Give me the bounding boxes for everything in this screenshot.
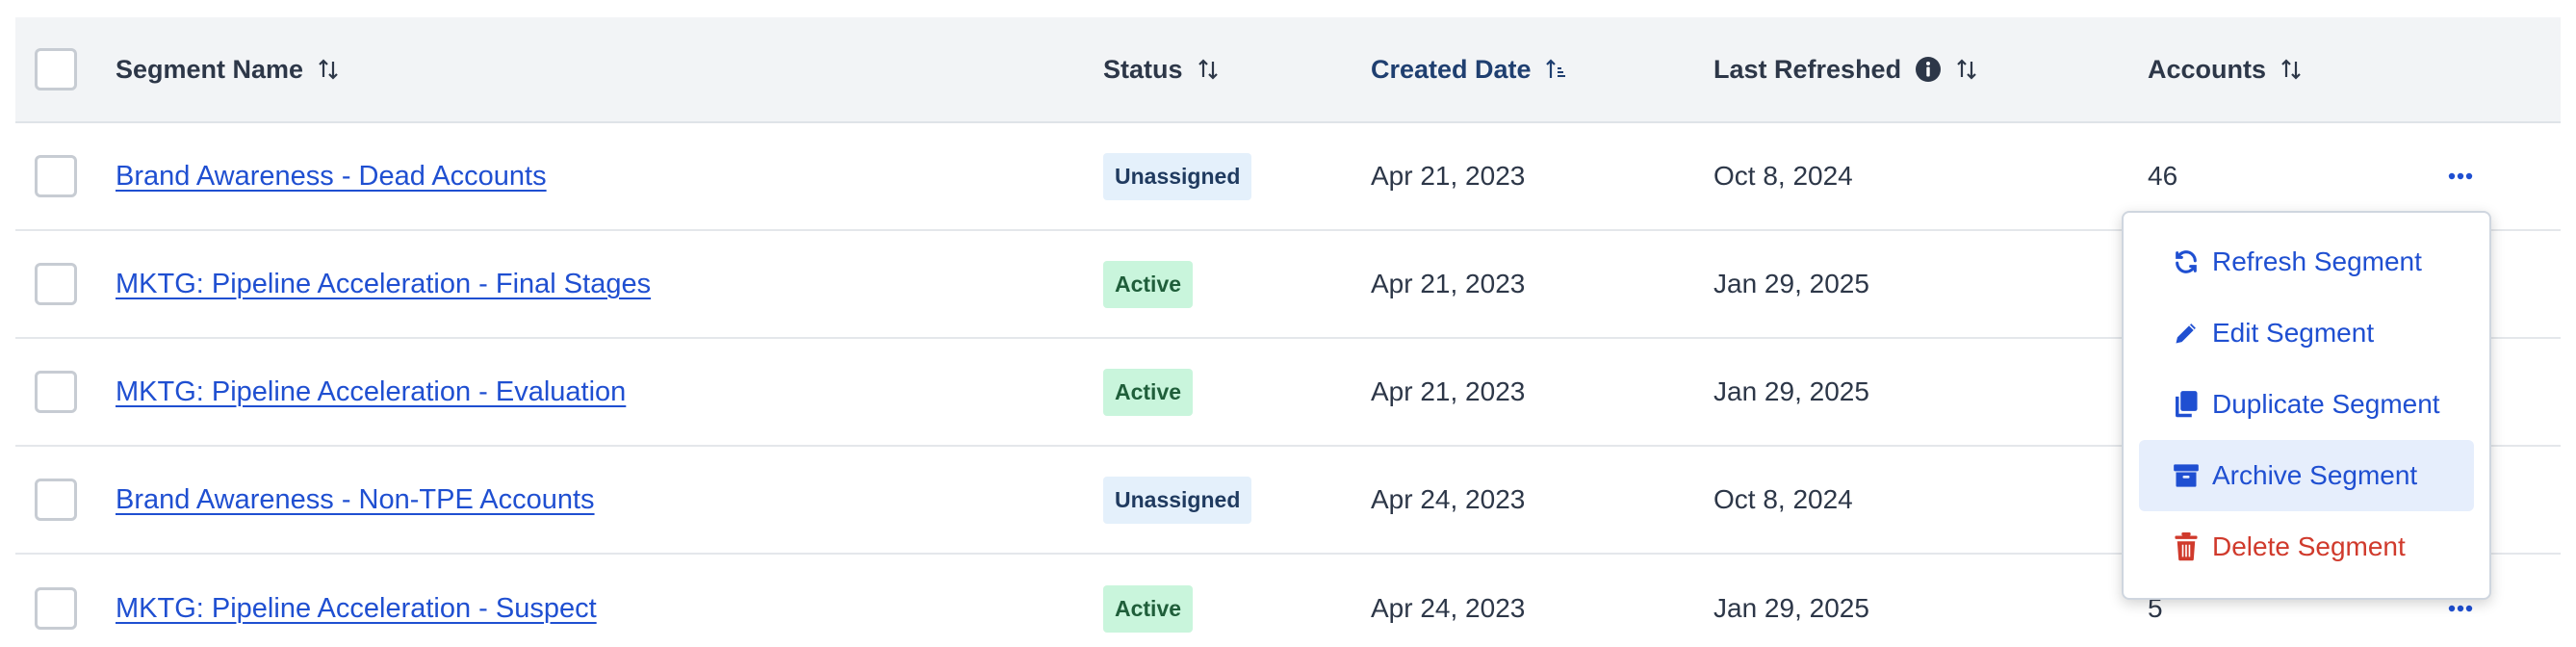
menu-item-refresh-segment[interactable]: Refresh Segment — [2139, 226, 2474, 298]
menu-item-label: Refresh Segment — [2212, 246, 2422, 276]
segment-name-cell: Brand Awareness - Non-TPE Accounts — [116, 447, 595, 553]
row-checkbox[interactable] — [35, 479, 77, 521]
last-refreshed-cell: Jan 29, 2025 — [1713, 339, 1869, 445]
status-badge: Active — [1103, 584, 1194, 633]
created-date: Apr 21, 2023 — [1371, 161, 1526, 191]
segment-link[interactable]: MKTG: Pipeline Acceleration - Suspect — [116, 593, 597, 625]
ellipsis-icon — [2448, 605, 2473, 612]
last-refreshed: Jan 29, 2025 — [1713, 269, 1869, 298]
created-date: Apr 24, 2023 — [1371, 593, 1526, 623]
menu-item-label: Duplicate Segment — [2212, 389, 2440, 419]
sort-icon[interactable] — [1955, 58, 1978, 81]
header-created-date-label: Created Date — [1371, 54, 1532, 84]
header-segment-name-label: Segment Name — [116, 54, 304, 84]
menu-item-label: Delete Segment — [2212, 531, 2406, 561]
segment-link[interactable]: Brand Awareness - Dead Accounts — [116, 161, 547, 193]
segment-link[interactable]: Brand Awareness - Non-TPE Accounts — [116, 484, 595, 516]
row-select-cell — [35, 231, 77, 337]
sort-icon[interactable] — [317, 58, 340, 81]
segment-name-cell: MKTG: Pipeline Acceleration - Suspect — [116, 555, 597, 647]
status-badge: Active — [1103, 368, 1194, 416]
accounts-count: 46 — [2148, 161, 2178, 191]
segment-name-cell: MKTG: Pipeline Acceleration - Evaluation — [116, 339, 626, 445]
header-status-label: Status — [1103, 54, 1183, 84]
header-accounts[interactable]: Accounts — [2148, 17, 2303, 121]
menu-item-duplicate-segment[interactable]: Duplicate Segment — [2139, 369, 2474, 440]
table-header: Segment Name Status Created Date Last Re… — [15, 17, 2561, 123]
last-refreshed: Jan 29, 2025 — [1713, 593, 1869, 623]
status-badge: Unassigned — [1103, 152, 1252, 200]
info-icon[interactable] — [1915, 56, 1942, 83]
archive-icon — [2172, 460, 2201, 491]
segment-actions-menu: Refresh Segment Edit Segment Duplicate S… — [2122, 211, 2491, 600]
segment-link[interactable]: MKTG: Pipeline Acceleration - Final Stag… — [116, 269, 651, 300]
more-actions-button[interactable] — [2441, 157, 2480, 195]
status-badge: Unassigned — [1103, 476, 1252, 524]
pencil-icon — [2172, 318, 2201, 349]
header-accounts-label: Accounts — [2148, 54, 2267, 84]
last-refreshed-cell: Oct 8, 2024 — [1713, 123, 1853, 229]
segment-link[interactable]: MKTG: Pipeline Acceleration - Evaluation — [116, 376, 626, 408]
row-select-cell — [35, 447, 77, 553]
created-date: Apr 21, 2023 — [1371, 269, 1526, 298]
menu-item-delete-segment[interactable]: Delete Segment — [2139, 511, 2474, 582]
menu-item-archive-segment[interactable]: Archive Segment — [2139, 440, 2474, 511]
ellipsis-icon — [2448, 172, 2473, 180]
menu-item-label: Archive Segment — [2212, 460, 2418, 490]
created-date-cell: Apr 21, 2023 — [1371, 339, 1525, 445]
last-refreshed-cell: Jan 29, 2025 — [1713, 231, 1869, 337]
menu-item-edit-segment[interactable]: Edit Segment — [2139, 298, 2474, 369]
status-cell: Unassigned — [1103, 447, 1252, 553]
status-cell: Active — [1103, 555, 1194, 647]
header-status[interactable]: Status — [1103, 17, 1220, 121]
created-date-cell: Apr 21, 2023 — [1371, 123, 1525, 229]
sort-ascending-icon[interactable] — [1545, 58, 1568, 81]
last-refreshed: Oct 8, 2024 — [1713, 484, 1853, 514]
header-last-refreshed-label: Last Refreshed — [1713, 54, 1902, 84]
menu-item-label: Edit Segment — [2212, 318, 2375, 348]
row-select-cell — [35, 339, 77, 445]
row-checkbox[interactable] — [35, 155, 77, 197]
status-badge: Active — [1103, 260, 1194, 308]
created-date: Apr 21, 2023 — [1371, 376, 1526, 406]
header-last-refreshed[interactable]: Last Refreshed — [1713, 17, 1978, 121]
last-refreshed-cell: Oct 8, 2024 — [1713, 447, 1853, 553]
segment-name-cell: MKTG: Pipeline Acceleration - Final Stag… — [116, 231, 651, 337]
created-date-cell: Apr 24, 2023 — [1371, 447, 1525, 553]
row-checkbox[interactable] — [35, 371, 77, 413]
header-select-cell — [35, 17, 77, 121]
row-select-cell — [35, 555, 77, 647]
sort-icon[interactable] — [2280, 58, 2303, 81]
header-created-date[interactable]: Created Date — [1371, 17, 1568, 121]
select-all-checkbox[interactable] — [35, 48, 77, 91]
status-cell: Active — [1103, 231, 1194, 337]
last-refreshed: Oct 8, 2024 — [1713, 161, 1853, 191]
created-date: Apr 24, 2023 — [1371, 484, 1526, 514]
last-refreshed-cell: Jan 29, 2025 — [1713, 555, 1869, 647]
created-date-cell: Apr 24, 2023 — [1371, 555, 1525, 647]
trash-icon — [2172, 531, 2201, 562]
row-checkbox[interactable] — [35, 587, 77, 630]
created-date-cell: Apr 21, 2023 — [1371, 231, 1525, 337]
sort-icon[interactable] — [1197, 58, 1220, 81]
header-segment-name[interactable]: Segment Name — [116, 17, 340, 121]
refresh-icon — [2172, 246, 2201, 277]
row-checkbox[interactable] — [35, 263, 77, 305]
segment-name-cell: Brand Awareness - Dead Accounts — [116, 123, 547, 229]
last-refreshed: Jan 29, 2025 — [1713, 376, 1869, 406]
status-cell: Active — [1103, 339, 1194, 445]
row-select-cell — [35, 123, 77, 229]
status-cell: Unassigned — [1103, 123, 1252, 229]
copy-icon — [2172, 389, 2201, 420]
